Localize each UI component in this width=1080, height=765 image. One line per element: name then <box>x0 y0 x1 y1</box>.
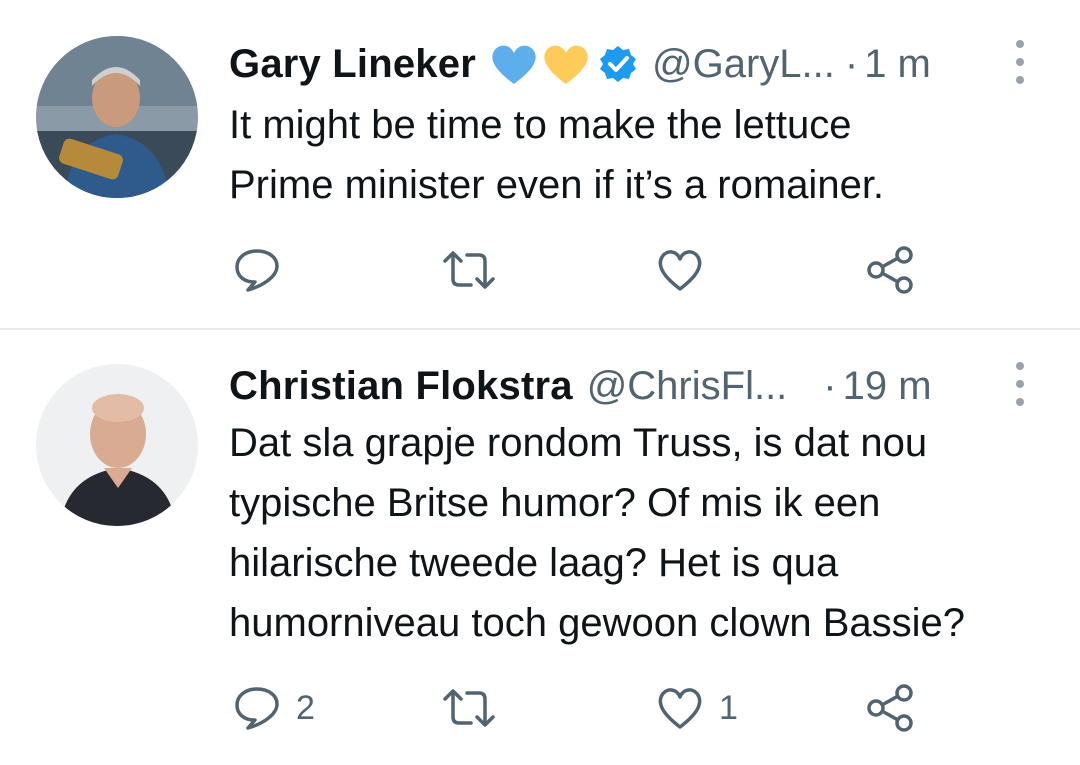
tweet[interactable]: Christian Flokstra @ChrisFl... · 19 m Da… <box>0 328 1080 765</box>
more-icon[interactable] <box>1010 40 1030 84</box>
share-icon <box>864 683 916 733</box>
author-name[interactable]: Christian Flokstra <box>229 364 573 409</box>
verified-badge-icon <box>598 44 638 84</box>
like-count: 1 <box>719 688 738 727</box>
tweet-text-line: humorniveau toch gewoon clown Bassie? <box>229 601 965 645</box>
reply-icon <box>232 245 282 295</box>
tweet-text-line: It might be time to make the lettuce <box>229 103 852 147</box>
tweet[interactable]: Gary Lineker @GaryL... · 1 m It might be… <box>0 0 1080 328</box>
like-button[interactable]: 1 <box>655 683 738 733</box>
separator-dot: · <box>844 41 859 86</box>
share-button[interactable] <box>864 683 916 733</box>
retweet-icon <box>441 245 497 295</box>
reply-icon <box>232 683 282 733</box>
author-handle[interactable]: @ChrisFl... <box>587 364 788 409</box>
timestamp[interactable]: 1 m <box>864 42 931 87</box>
reply-button[interactable]: 2 <box>232 683 315 733</box>
retweet-button[interactable] <box>441 245 511 295</box>
tweet-text-line: typische Britse humor? Of mis ik een <box>229 481 881 525</box>
tweet-text-line: Dat sla grapje rondom Truss, is dat nou <box>229 421 928 465</box>
yellow-heart-icon <box>542 42 590 86</box>
like-button[interactable] <box>655 245 719 295</box>
retweet-button[interactable] <box>441 683 511 733</box>
retweet-icon <box>441 683 497 733</box>
blue-heart-icon <box>490 42 538 86</box>
share-button[interactable] <box>864 245 916 295</box>
share-icon <box>864 245 916 295</box>
tweet-text: Dat sla grapje rondom Truss, is dat nou … <box>229 413 1069 653</box>
reply-count: 2 <box>296 688 315 727</box>
timestamp[interactable]: 19 m <box>843 364 932 409</box>
more-icon[interactable] <box>1010 362 1030 406</box>
like-icon <box>655 245 705 295</box>
separator-dot: · <box>823 363 837 408</box>
like-icon <box>655 683 705 733</box>
tweet-text-line: Prime minister even if it’s a romainer. <box>229 163 885 207</box>
tweet-text-line: hilarische tweede laag? Het is qua <box>229 541 839 585</box>
reply-button[interactable] <box>232 245 296 295</box>
avatar[interactable] <box>36 36 198 198</box>
tweet-text: It might be time to make the lettuce Pri… <box>229 95 1069 215</box>
author-handle[interactable]: @GaryL... <box>652 42 835 87</box>
avatar[interactable] <box>36 364 198 526</box>
author-name[interactable]: Gary Lineker <box>229 42 476 87</box>
